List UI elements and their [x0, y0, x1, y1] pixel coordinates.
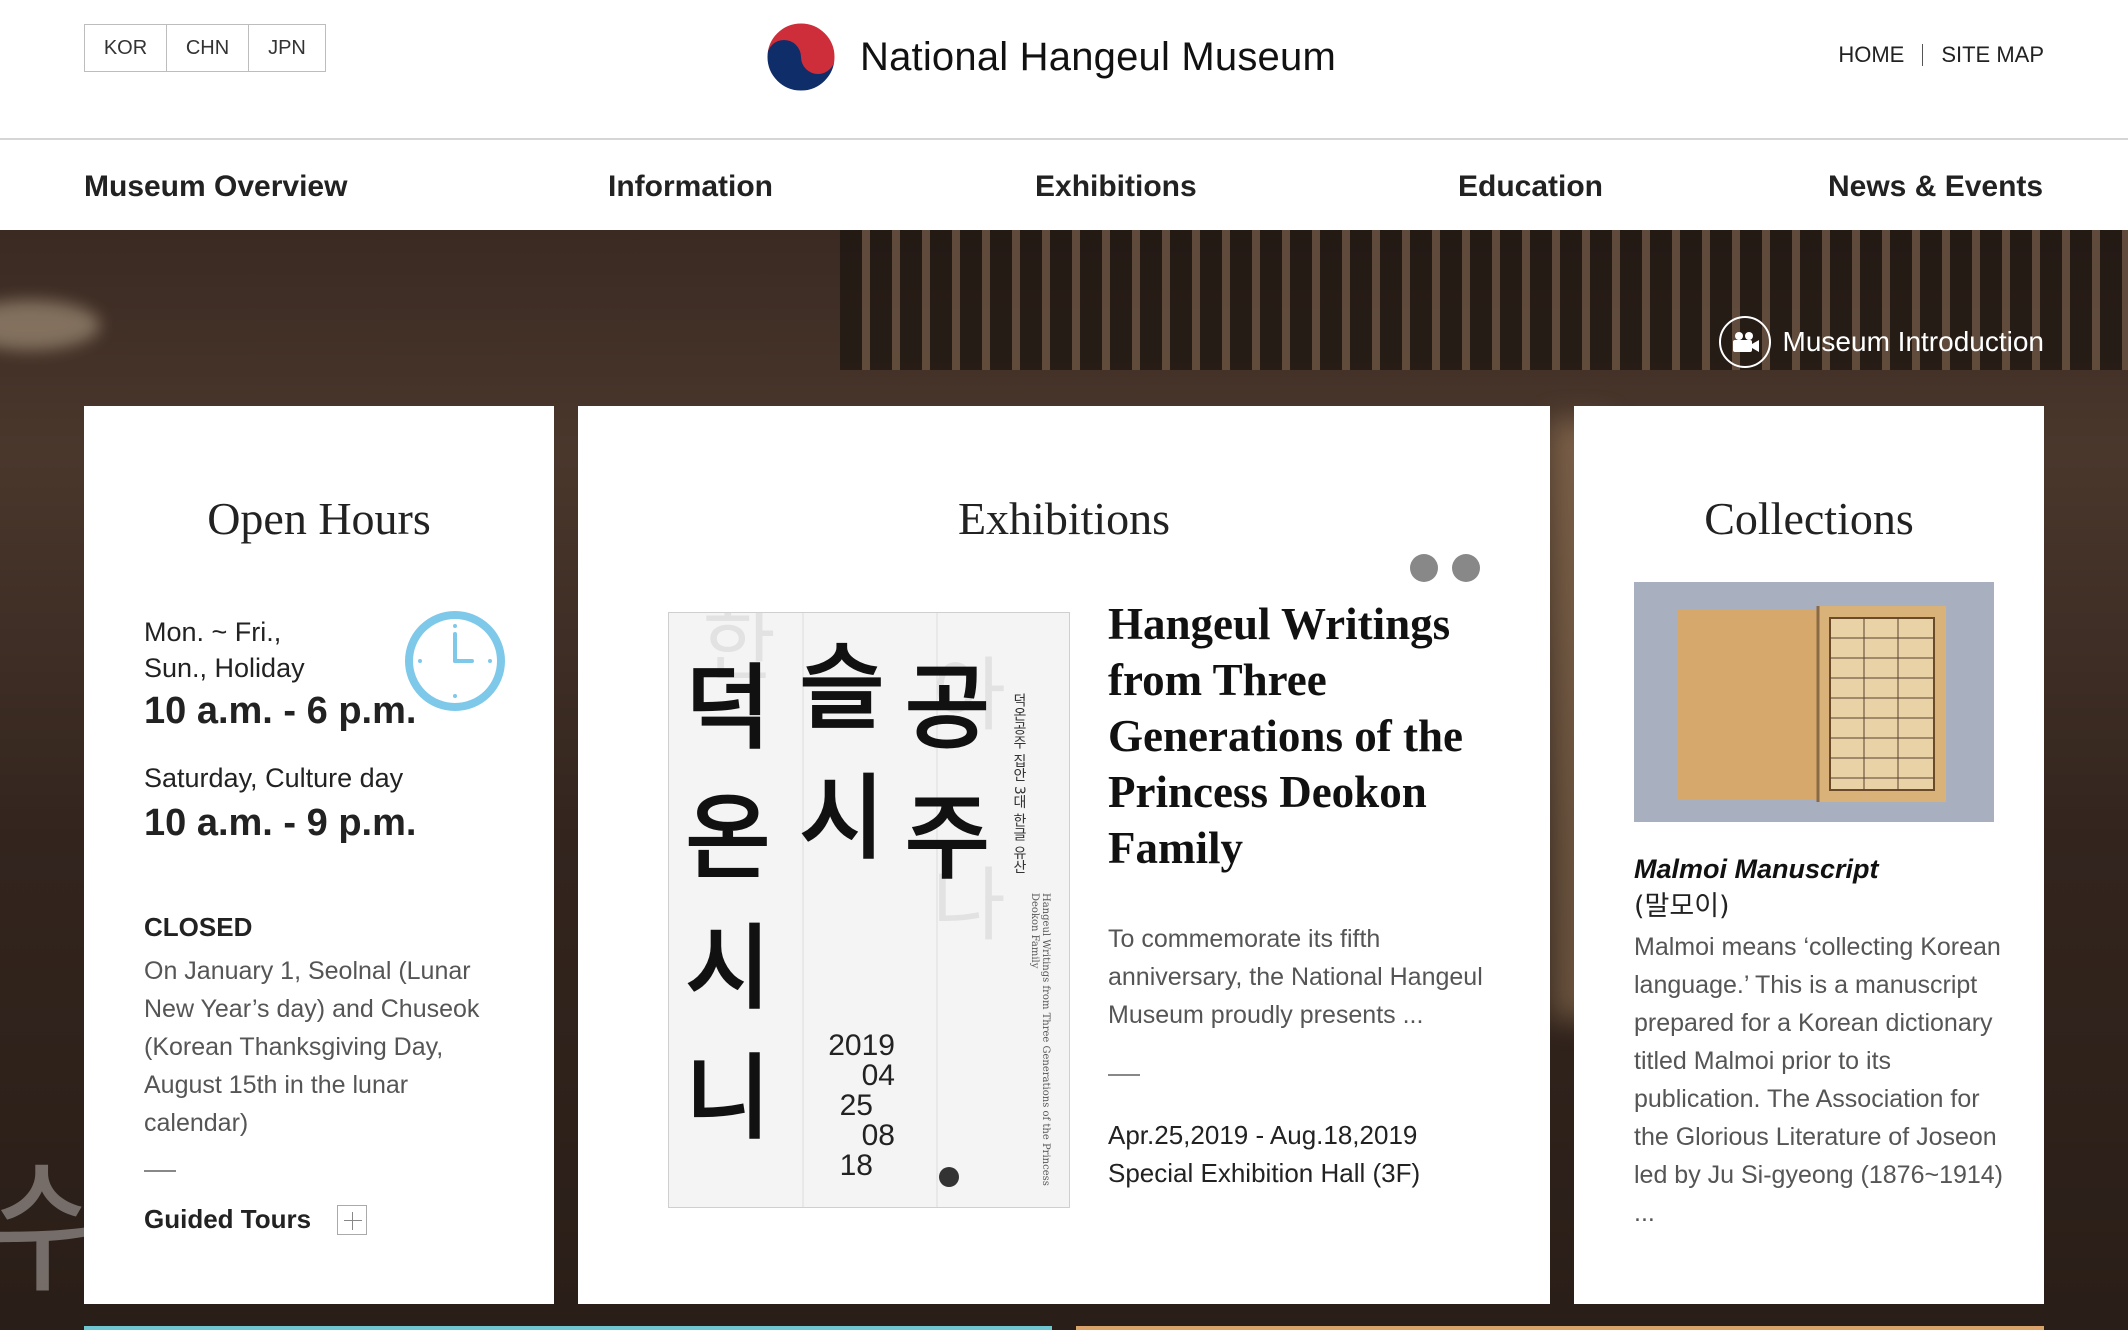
nav-museum-overview[interactable]: Museum Overview [84, 170, 347, 204]
utility-divider [1922, 44, 1924, 66]
light-glow [0, 300, 100, 350]
weekday-label-line1: Mon. ~ Fri., [144, 617, 282, 647]
poster-side-title: 덕온공주 집안 3대 한글 유산 [1011, 693, 1027, 874]
plus-icon[interactable] [337, 1204, 368, 1235]
collections-title: Collections [1704, 493, 1914, 544]
nav-information[interactable]: Information [608, 170, 773, 204]
open-hours-card: Open Hours Mon. ~ Fri., Sun., Holiday 10… [84, 406, 554, 1304]
home-link[interactable]: HOME [1838, 42, 1904, 68]
language-switcher: KOR CHN JPN [84, 24, 326, 72]
exhibition-info: Apr.25,2019 - Aug.18,2019 Special Exhibi… [1108, 1116, 1420, 1192]
lang-jpn-button[interactable]: JPN [249, 25, 325, 71]
closed-text: On January 1, Seolnal (Lunar New Year’s … [144, 957, 480, 1137]
slide-dot[interactable] [1452, 554, 1480, 582]
poster-date-part: 04 [861, 1059, 895, 1092]
poster-calligraphy-col2: 슬시 [799, 634, 885, 872]
collection-item-subtitle: (말모이) [1634, 891, 1730, 922]
site-map-link[interactable]: SITE MAP [1941, 42, 2044, 68]
slide-dot[interactable] [1410, 554, 1438, 582]
collections-card: Collections Malmoi Manuscript (말모이) Malm… [1574, 406, 2044, 1304]
exhibitions-title: Exhibitions [957, 493, 1171, 544]
logo-text: National Hangeul Museum [860, 34, 1336, 79]
museum-introduction-button[interactable]: Museum Introduction [1718, 316, 2044, 368]
top-bar: KOR CHN JPN National Hangeul Museum HOME… [0, 0, 2128, 140]
lang-chn-button[interactable]: CHN [167, 25, 249, 71]
exhibition-title[interactable]: Hangeul Writings from Three Generations … [1108, 596, 1528, 876]
poster-museum-logo-icon [939, 1167, 959, 1187]
guided-tours-label: Guided Tours [144, 1204, 312, 1234]
poster-date-part: 08 [861, 1119, 895, 1152]
exhibition-description: To commemorate its fifth anniversary, th… [1108, 925, 1483, 1029]
exhibitions-card: Exhibitions 한 아 나 덕온시니 슬시 공주 덕온공주 집안 3대 … [578, 406, 1550, 1304]
collection-item-title[interactable]: Malmoi Manuscript [1634, 854, 1879, 885]
weekend-time: 10 a.m. - 9 p.m. [144, 802, 417, 844]
taegeuk-logo-icon [766, 22, 836, 92]
museum-introduction-label: Museum Introduction [1782, 326, 2044, 357]
divider [144, 1170, 176, 1172]
collection-item-description: Malmoi means ‘collecting Korean language… [1634, 933, 2004, 1227]
clock-icon [405, 611, 505, 711]
main-nav: Museum Overview Information Exhibitions … [0, 142, 2128, 230]
poster-calligraphy-col3: 공주 [905, 654, 990, 892]
poster-date-part: 25 [839, 1089, 873, 1122]
weekend-label: Saturday, Culture day [144, 763, 404, 793]
poster-date-part: 18 [839, 1149, 873, 1182]
slider-pagination [1410, 554, 1494, 582]
site-logo[interactable]: National Hangeul Museum [764, 20, 1336, 94]
lang-kor-button[interactable]: KOR [85, 25, 167, 71]
utility-links: HOME SITE MAP [1838, 42, 2044, 68]
collection-thumbnail[interactable] [1634, 582, 1994, 822]
nav-exhibitions[interactable]: Exhibitions [1035, 170, 1197, 204]
poster-english-title: Hangeul Writings from Three Generations … [1029, 893, 1051, 1186]
manuscript-image [1634, 582, 1994, 822]
open-hours-title: Open Hours [207, 493, 431, 544]
poster-date-year: 2019 [828, 1029, 895, 1062]
exhibition-place: Special Exhibition Hall (3F) [1108, 1158, 1421, 1188]
guided-tours-toggle[interactable]: Guided Tours [144, 1204, 368, 1235]
nav-education[interactable]: Education [1458, 170, 1603, 204]
exhibition-dates: Apr.25,2019 - Aug.18,2019 [1108, 1120, 1418, 1150]
poster-date-stack: 2019 04 25 08 18 [825, 1031, 895, 1181]
nav-news-events[interactable]: News & Events [1828, 170, 2043, 204]
poster-calligraphy-col1: 덕온시니 [685, 654, 771, 1152]
weekday-time: 10 a.m. - 6 p.m. [144, 690, 417, 732]
bottom-accent-bar [84, 1326, 1052, 1330]
bottom-accent-bar [1076, 1326, 2044, 1330]
closed-title: CLOSED [144, 912, 253, 942]
weekday-label-line2: Sun., Holiday [144, 653, 305, 683]
divider [1108, 1074, 1140, 1076]
video-camera-icon [1718, 316, 1771, 368]
weekday-label: Mon. ~ Fri., Sun., Holiday [144, 614, 305, 686]
exhibition-poster[interactable]: 한 아 나 덕온시니 슬시 공주 덕온공주 집안 3대 한글 유산 Hangeu… [668, 612, 1070, 1208]
